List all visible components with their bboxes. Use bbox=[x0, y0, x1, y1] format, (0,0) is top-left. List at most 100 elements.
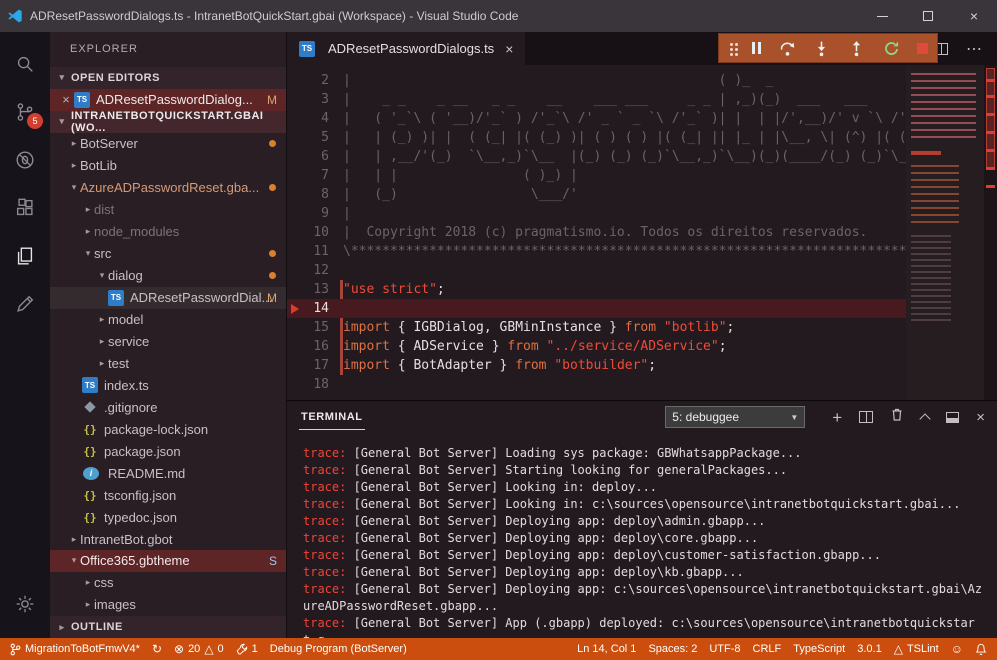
pause-button[interactable] bbox=[752, 42, 761, 54]
git-branch-item[interactable]: MigrationToBotFmwV4* bbox=[4, 638, 146, 660]
new-terminal-icon[interactable]: + bbox=[832, 409, 842, 426]
eol-item[interactable]: CRLF bbox=[747, 638, 788, 660]
glyph-margin[interactable] bbox=[287, 109, 303, 128]
tab-terminal[interactable]: TERMINAL bbox=[299, 404, 365, 430]
search-icon[interactable] bbox=[0, 40, 50, 88]
language-mode-item[interactable]: TypeScript bbox=[787, 638, 851, 660]
step-out-button[interactable] bbox=[848, 40, 865, 57]
tree-item-test[interactable]: ▸test bbox=[50, 352, 286, 374]
glyph-margin[interactable] bbox=[287, 223, 303, 242]
tree-item-dist[interactable]: ▸dist bbox=[50, 199, 286, 221]
step-over-button[interactable] bbox=[779, 40, 796, 57]
indentation-item[interactable]: Spaces: 2 bbox=[642, 638, 703, 660]
tree-item-intranetbot-gbot[interactable]: ▸IntranetBot.gbot bbox=[50, 528, 286, 550]
close-button[interactable]: × bbox=[951, 0, 997, 32]
restart-button[interactable] bbox=[883, 40, 900, 57]
stop-button[interactable] bbox=[917, 43, 928, 54]
explorer-icon[interactable] bbox=[0, 232, 50, 280]
toggle-panel-icon[interactable] bbox=[946, 412, 959, 423]
tree-item-package-json[interactable]: {}package.json bbox=[50, 440, 286, 462]
tree-item-images[interactable]: ▸images bbox=[50, 594, 286, 616]
code-text: | | bbox=[343, 204, 906, 223]
glyph-margin[interactable] bbox=[287, 375, 303, 394]
glyph-margin[interactable] bbox=[287, 90, 303, 109]
running-tasks-item[interactable]: 1 bbox=[230, 638, 264, 660]
step-into-button[interactable] bbox=[813, 40, 830, 57]
drag-handle-icon[interactable] bbox=[730, 43, 733, 46]
tree-item-model[interactable]: ▸model bbox=[50, 309, 286, 331]
workspace-header[interactable]: ▾ INTRANETBOTQUICKSTART.GBAI (WO... bbox=[50, 111, 286, 133]
minimap[interactable] bbox=[906, 65, 984, 400]
glyph-margin[interactable] bbox=[287, 318, 303, 337]
tree-item-index-ts[interactable]: TSindex.ts bbox=[50, 374, 286, 396]
minimize-button[interactable] bbox=[859, 0, 905, 32]
glyph-margin[interactable] bbox=[287, 261, 303, 280]
extensions-icon[interactable] bbox=[0, 184, 50, 232]
outline-header[interactable]: ▸ OUTLINE bbox=[50, 616, 286, 638]
sync-button[interactable]: ↻ bbox=[146, 638, 168, 660]
tree-item-src[interactable]: ▾src bbox=[50, 243, 286, 265]
debug-icon[interactable] bbox=[0, 136, 50, 184]
tree-item-botlib[interactable]: ▸BotLib bbox=[50, 155, 286, 177]
cursor-position-item[interactable]: Ln 14, Col 1 bbox=[571, 638, 642, 660]
open-editors-header[interactable]: ▾ OPEN EDITORS bbox=[50, 67, 286, 89]
glyph-margin[interactable] bbox=[287, 147, 303, 166]
tree-item-botserver[interactable]: ▸BotServer bbox=[50, 133, 286, 155]
tree-item-readme[interactable]: iREADME.md bbox=[50, 462, 286, 484]
terminal-instance-select[interactable]: 5: debuggee ▼ bbox=[665, 406, 805, 428]
open-editor-item[interactable]: × TS ADResetPasswordDialog... M bbox=[50, 89, 286, 111]
split-terminal-icon[interactable] bbox=[859, 411, 873, 423]
glyph-margin[interactable] bbox=[287, 204, 303, 223]
notifications-item[interactable] bbox=[969, 638, 993, 660]
close-icon[interactable]: × bbox=[58, 92, 74, 107]
source-control-icon[interactable]: 5 bbox=[0, 88, 50, 136]
code-text: import { ADService } from "../service/AD… bbox=[343, 337, 906, 356]
glyph-margin[interactable] bbox=[287, 242, 303, 261]
tree-item-css[interactable]: ▸css bbox=[50, 572, 286, 594]
tree-item-adresetpassworddialog[interactable]: TSADResetPasswordDial...M bbox=[50, 287, 286, 309]
tree-item-package-lock[interactable]: {}package-lock.json bbox=[50, 418, 286, 440]
close-icon[interactable]: × bbox=[505, 41, 513, 57]
maximize-button[interactable] bbox=[905, 0, 951, 32]
encoding-item[interactable]: UTF-8 bbox=[703, 638, 746, 660]
more-actions-icon[interactable]: ⋯ bbox=[966, 39, 983, 59]
glyph-margin[interactable] bbox=[287, 71, 303, 90]
code-editor[interactable]: 2| ( )_ _ | 3| _ _ _ __ _ _ __ ___ ___ _… bbox=[287, 65, 997, 400]
maximize-panel-icon[interactable] bbox=[920, 413, 931, 424]
glyph-margin[interactable] bbox=[287, 280, 303, 299]
glyph-margin[interactable] bbox=[287, 356, 303, 375]
problems-item[interactable]: ⊗ 20 △ 0 bbox=[168, 638, 230, 660]
edit-icon[interactable] bbox=[0, 280, 50, 328]
json-file-icon: {} bbox=[82, 509, 98, 525]
terminal-output[interactable]: trace: [General Bot Server] Loading sys … bbox=[287, 433, 997, 638]
tree-item-node-modules[interactable]: ▸node_modules bbox=[50, 221, 286, 243]
glyph-margin[interactable] bbox=[287, 337, 303, 356]
code-text: | | ,__/'(_) `\__,_)`\__ |(_) (_) (_)`\_… bbox=[343, 147, 906, 166]
tree-item-gitignore[interactable]: .gitignore bbox=[50, 396, 286, 418]
glyph-margin[interactable] bbox=[287, 299, 303, 318]
error-mark bbox=[986, 185, 995, 188]
tab-adresetpassworddialogs[interactable]: TS ADResetPasswordDialogs.ts × bbox=[287, 32, 525, 65]
settings-gear-icon[interactable] bbox=[0, 580, 50, 628]
ts-version-item[interactable]: 3.0.1 bbox=[851, 638, 887, 660]
tree-item-typedoc[interactable]: {}typedoc.json bbox=[50, 506, 286, 528]
debug-status-item[interactable]: Debug Program (BotServer) bbox=[264, 638, 413, 660]
scrollbar-thumb[interactable] bbox=[986, 68, 995, 170]
error-mark bbox=[986, 95, 995, 98]
feedback-smiley-item[interactable]: ☺ bbox=[945, 638, 969, 660]
tree-item-office365-gbtheme[interactable]: ▾Office365.gbthemeS bbox=[50, 550, 286, 572]
tree-item-dialog[interactable]: ▾dialog bbox=[50, 265, 286, 287]
tree-item-tsconfig[interactable]: {}tsconfig.json bbox=[50, 484, 286, 506]
close-panel-icon[interactable]: × bbox=[976, 409, 985, 426]
tree-item-azureadpasswordreset[interactable]: ▾AzureADPasswordReset.gba... bbox=[50, 177, 286, 199]
kill-terminal-icon[interactable] bbox=[890, 407, 904, 427]
chevron-right-icon: ▸ bbox=[82, 577, 94, 588]
code-area[interactable]: 2| ( )_ _ | 3| _ _ _ __ _ _ __ ___ ___ _… bbox=[287, 65, 906, 400]
glyph-margin[interactable] bbox=[287, 166, 303, 185]
editor-scrollbar[interactable] bbox=[984, 65, 997, 400]
glyph-margin[interactable] bbox=[287, 128, 303, 147]
tree-item-service[interactable]: ▸service bbox=[50, 330, 286, 352]
glyph-margin[interactable] bbox=[287, 185, 303, 204]
terminal-line: trace: [General Bot Server] Deploying ap… bbox=[303, 564, 987, 581]
tslint-item[interactable]: △TSLint bbox=[888, 638, 945, 660]
